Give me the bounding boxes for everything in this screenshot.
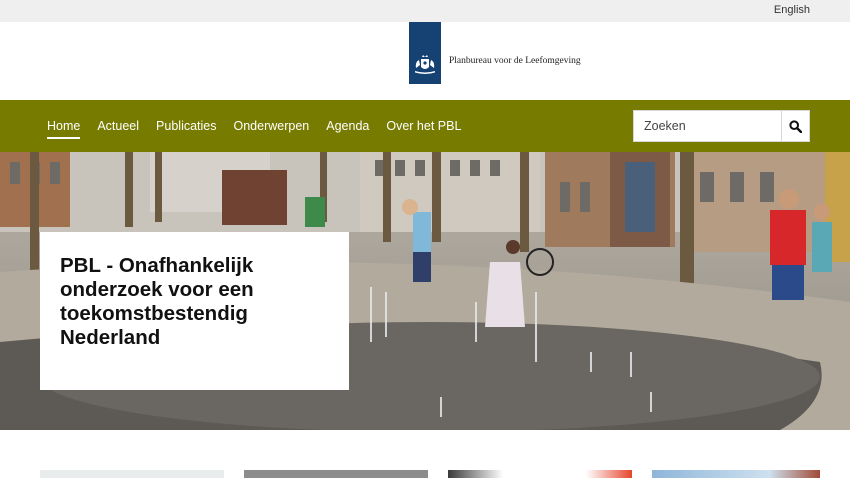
top-utility-bar: English [0, 0, 850, 22]
hero-title: PBL - Onafhankelijk onderzoek voor een t… [60, 254, 254, 349]
card-thumbnail[interactable] [652, 470, 820, 478]
site-header: Planbureau voor de Leefomgeving [0, 22, 850, 100]
nav-item-publicaties[interactable]: Publicaties [156, 100, 216, 152]
card-thumbnail[interactable] [40, 470, 224, 478]
hero-banner: PBL - Onafhankelijk onderzoek voor een t… [0, 152, 850, 430]
search-box [633, 110, 810, 142]
hero-text-card: PBL - Onafhankelijk onderzoek voor een t… [40, 232, 349, 390]
card-thumbnail[interactable] [244, 470, 428, 478]
content-cards-row [0, 430, 850, 478]
nav-item-actueel[interactable]: Actueel [97, 100, 139, 152]
coat-of-arms-icon [415, 55, 435, 74]
organization-name[interactable]: Planbureau voor de Leefomgeving [449, 56, 581, 66]
nav-item-over-het-pbl[interactable]: Over het PBL [386, 100, 461, 152]
search-button[interactable] [781, 111, 809, 141]
nav-item-agenda[interactable]: Agenda [326, 100, 369, 152]
nav-item-home[interactable]: Home [47, 100, 81, 152]
language-link-english[interactable]: English [774, 4, 810, 16]
rijksoverheid-logo[interactable] [409, 22, 441, 84]
search-input[interactable] [634, 111, 781, 141]
nav-item-onderwerpen[interactable]: Onderwerpen [234, 100, 310, 152]
card-thumbnail[interactable] [448, 470, 632, 478]
search-icon [789, 119, 802, 133]
